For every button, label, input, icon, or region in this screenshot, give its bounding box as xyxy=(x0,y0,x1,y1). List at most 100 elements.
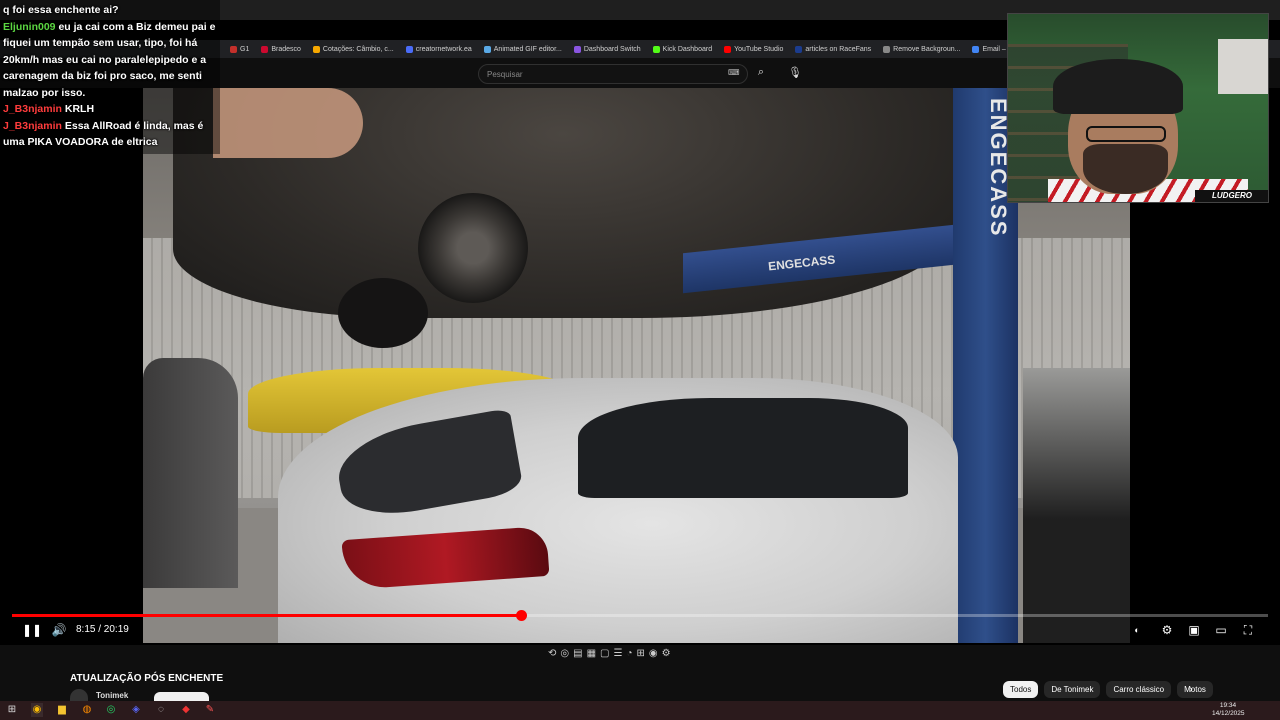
clock-time: 19:34 xyxy=(1219,702,1237,709)
progress-played xyxy=(12,614,521,617)
bookmark-label: Remove Backgroun... xyxy=(893,45,961,53)
webcam-overlay: LUDGERO xyxy=(1007,13,1269,203)
taskbar-clock[interactable]: 19:34 14/12/2025 xyxy=(1212,702,1245,718)
chip-todos[interactable]: Todos xyxy=(1003,681,1039,698)
miniplayer-icon[interactable]: ▣ xyxy=(1185,622,1203,638)
hand xyxy=(213,88,363,158)
bookmark-favicon-icon xyxy=(405,45,413,53)
microphone-icon[interactable]: 🎙 xyxy=(786,66,804,82)
bookmark-label: Animated GIF editor... xyxy=(493,45,562,53)
speed-icon[interactable]: ◔ xyxy=(626,648,632,664)
chat-message: Eljunin009 eu ja cai com a Biz demeu pai… xyxy=(3,19,217,102)
subscribe-button[interactable] xyxy=(154,692,209,701)
keyboard-icon[interactable]: ⌨ xyxy=(728,68,740,78)
settings-icon[interactable]: ⚙ xyxy=(1158,622,1176,638)
hydraulic-unit xyxy=(1023,368,1130,643)
editor-icon[interactable]: ✎ xyxy=(204,703,216,717)
chevron-right-icon[interactable]: › xyxy=(1185,682,1197,698)
chip-de-tonimek[interactable]: De Tonimek xyxy=(1044,681,1101,698)
bookmark-item[interactable]: articles on RaceFans xyxy=(795,45,872,53)
bookmark-label: Kick Dashboard xyxy=(662,45,713,53)
app-icon[interactable]: ◍ xyxy=(81,703,93,717)
chat-username: J_B3njamin xyxy=(3,119,65,132)
frame-icon[interactable]: ▢ xyxy=(600,648,609,664)
chat-text: KRLH xyxy=(64,103,95,115)
obs-icon[interactable]: ◌ xyxy=(155,703,167,717)
bookmark-label: Cotações: Câmbio, c... xyxy=(322,45,394,53)
bookmark-label: articles on RaceFans xyxy=(805,45,872,53)
fullscreen-icon[interactable]: ⛶ xyxy=(1239,622,1257,638)
brake-disc xyxy=(418,193,528,303)
list-icon[interactable]: ☰ xyxy=(613,648,622,664)
bookmark-favicon-icon xyxy=(883,45,891,53)
bookmark-label: Dashboard Switch xyxy=(583,45,641,53)
progress-scrubber[interactable] xyxy=(515,610,527,621)
loop-icon[interactable]: ⟲ xyxy=(548,648,556,664)
bookmark-item[interactable]: Remove Backgroun... xyxy=(883,45,961,53)
bookmark-favicon-icon xyxy=(795,45,803,53)
capture-icon[interactable]: ⊞ xyxy=(637,648,645,664)
screenshot-icon[interactable]: ◉ xyxy=(649,648,658,664)
video-title: ATUALIZAÇÃO PÓS ENCHENTE xyxy=(70,673,224,684)
bookmark-label: YouTube Studio xyxy=(734,45,784,53)
chat-message: J_B3njamin KRLH xyxy=(3,101,217,118)
autoplay-toggle[interactable]: ◐ xyxy=(1128,622,1146,638)
bookmark-label: G1 xyxy=(240,45,250,53)
pause-icon[interactable]: ❚❚ xyxy=(22,622,42,638)
tire xyxy=(338,278,428,348)
theater-mode-icon[interactable]: ▭ xyxy=(1212,622,1230,638)
discord-icon[interactable]: ◈ xyxy=(130,703,142,717)
search-input[interactable]: Pesquisar xyxy=(478,64,748,84)
recommendation-chips: Todos De Tonimek Carro clássico Motos xyxy=(1003,681,1213,698)
volume-icon[interactable]: 🔊 xyxy=(51,622,67,638)
film-icon[interactable]: ▦ xyxy=(587,648,596,664)
channel-name[interactable]: Tonimek xyxy=(96,691,128,700)
lift-pillar-label: ENGECASS xyxy=(986,98,1011,238)
bookmark-item[interactable]: Cotações: Câmbio, c... xyxy=(312,45,394,53)
channel-avatar[interactable] xyxy=(70,689,88,701)
chat-message: J_B3njamin Essa AllRoad é linda, mas é u… xyxy=(3,118,217,151)
bookmark-label: creatornetwork.ea xyxy=(415,45,472,53)
clock-date: 14/12/2025 xyxy=(1212,710,1245,717)
cap xyxy=(1053,59,1183,114)
bookmark-item[interactable]: Bradesco xyxy=(261,45,301,53)
whatsapp-icon[interactable]: ◎ xyxy=(105,703,117,717)
search-icon[interactable]: ⌕ xyxy=(752,66,770,82)
chrome-icon[interactable]: ◉ xyxy=(31,703,43,717)
media-app-icon[interactable]: ◆ xyxy=(180,703,192,717)
chat-text: q foi essa enchente ai? xyxy=(3,4,119,16)
chat-username: J_B3njamin xyxy=(3,103,65,115)
bookmark-favicon-icon xyxy=(483,45,491,53)
bookmark-favicon-icon xyxy=(261,45,269,53)
windows-taskbar xyxy=(0,701,1280,720)
bookmark-item[interactable]: Animated GIF editor... xyxy=(483,45,562,53)
bookmark-item[interactable]: G1 xyxy=(230,45,250,53)
bookmark-label: Bradesco xyxy=(271,45,301,53)
bookmark-item[interactable]: Dashboard Switch xyxy=(573,45,641,53)
bookmark-favicon-icon xyxy=(652,45,660,53)
audio-icon[interactable]: ◎ xyxy=(560,648,569,664)
chip-carro-cl-ssico[interactable]: Carro clássico xyxy=(1106,681,1172,698)
bookmark-item[interactable]: Kick Dashboard xyxy=(652,45,713,53)
windows-start-icon[interactable]: ⊞ xyxy=(6,703,18,717)
parked-car-left xyxy=(143,358,238,588)
gear-icon[interactable]: ⚙ xyxy=(662,648,671,664)
chat-username: Eljunin009 xyxy=(3,20,59,33)
video-player[interactable]: ENGECASS ENGECASS xyxy=(143,88,1130,643)
bookmark-item[interactable]: YouTube Studio xyxy=(724,45,784,53)
stream-chat-overlay: q foi essa enchente ai? Eljunin009 eu ja … xyxy=(0,0,220,154)
bookmark-item[interactable]: creatornetwork.ea xyxy=(405,45,472,53)
time-display: 8:15 / 20:19 xyxy=(76,624,129,635)
vr-icon[interactable]: ▤ xyxy=(573,648,582,664)
bookmark-favicon-icon xyxy=(972,45,980,53)
bookmark-favicon-icon xyxy=(573,45,581,53)
chat-message: q foi essa enchente ai? xyxy=(3,2,217,19)
folder-icon[interactable]: ▆ xyxy=(56,703,68,717)
beard xyxy=(1083,144,1168,194)
monitor xyxy=(1218,39,1268,94)
glasses xyxy=(1086,126,1166,142)
bookmark-favicon-icon xyxy=(230,45,237,53)
side-window xyxy=(578,398,908,498)
bookmark-favicon-icon xyxy=(724,45,732,53)
bookmark-favicon-icon xyxy=(312,45,320,53)
